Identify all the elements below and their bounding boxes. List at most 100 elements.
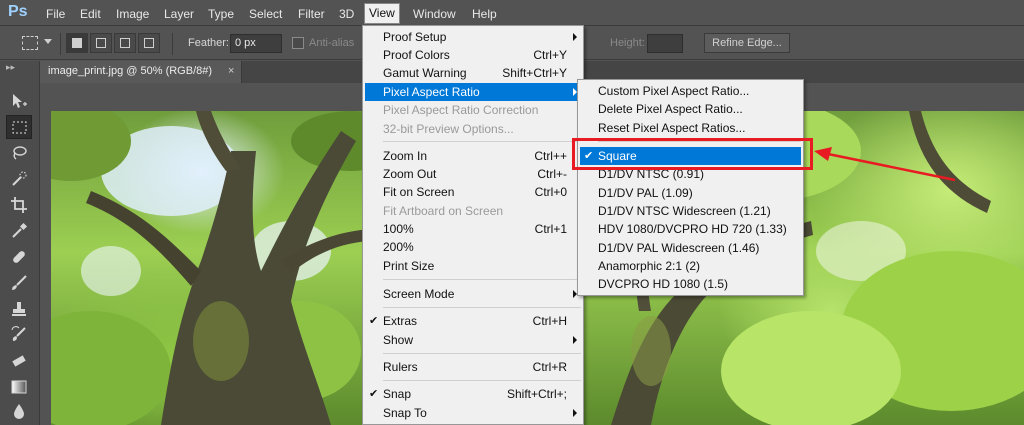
menu-view[interactable]: View [364,3,400,24]
new-selection-icon [72,38,82,48]
menu-edit[interactable]: Edit [76,5,105,23]
menu-item-label: Zoom In [383,149,428,163]
menu-item-label: Pixel Aspect Ratio Correction [383,103,539,117]
photoshop-logo: Ps [8,3,28,20]
menu-item-zoom-out[interactable]: Zoom Out Ctrl+- [365,165,581,183]
marquee-tool-icon[interactable] [6,115,32,139]
menu-help[interactable]: Help [468,5,501,23]
menu-item-d1dv-pal-widescreen[interactable]: D1/DV PAL Widescreen (1.46) [580,239,801,257]
options-separator [172,33,173,55]
menu-item-label: Fit Artboard on Screen [383,204,504,218]
add-selection-icon [96,38,106,48]
menu-item-proof-colors[interactable]: Proof Colors Ctrl+Y [365,46,581,64]
menu-item-label: Extras [383,314,418,328]
menu-item-snap[interactable]: ✔ Snap Shift+Ctrl+; [365,385,581,403]
new-selection-button[interactable] [66,33,88,53]
menu-item-shortcut: Ctrl+1 [534,222,567,236]
menu-select[interactable]: Select [245,5,286,23]
quick-select-tool-icon[interactable] [6,167,32,191]
blur-tool-icon[interactable] [6,399,32,423]
menu-item-gamut-warning[interactable]: Gamut Warning Shift+Ctrl+Y [365,64,581,82]
menu-separator [383,141,581,142]
menu-item-label: HDV 1080/DVCPRO HD 720 (1.33) [598,222,787,236]
move-tool-icon[interactable] [6,89,32,113]
intersect-selection-button[interactable] [138,33,160,53]
brush-tool-icon[interactable] [6,271,32,295]
menu-item-pixel-aspect-ratio-correction[interactable]: Pixel Aspect Ratio Correction [365,101,581,119]
lasso-tool-icon[interactable] [6,141,32,165]
menu-item-100-percent[interactable]: 100% Ctrl+1 [365,220,581,238]
eraser-tool-icon[interactable] [6,349,32,373]
menu-item-d1dv-pal[interactable]: D1/DV PAL (1.09) [580,184,801,202]
menu-3d[interactable]: 3D [335,5,358,23]
menu-item-label: Pixel Aspect Ratio [383,85,480,99]
add-to-selection-button[interactable] [90,33,112,53]
collapse-icon[interactable]: ▸▸ [6,62,15,73]
annotation-highlight-box [572,138,813,170]
menu-item-label: Snap [383,387,412,401]
menu-item-label: Print Size [383,259,435,273]
menu-separator [383,380,581,381]
menu-item-anamorphic[interactable]: Anamorphic 2:1 (2) [580,257,801,275]
refine-edge-button[interactable]: Refine Edge... [704,33,790,53]
height-input[interactable] [647,34,683,53]
view-menu: Proof Setup Proof Colors Ctrl+Y Gamut War… [362,25,584,425]
document-tab[interactable]: image_print.jpg @ 50% (RGB/8#) × [40,61,242,83]
menu-item-pixel-aspect-ratio[interactable]: Pixel Aspect Ratio [365,83,581,101]
menu-item-rulers[interactable]: Rulers Ctrl+R [365,358,581,376]
crop-tool-icon[interactable] [6,193,32,217]
menu-window[interactable]: Window [409,5,460,23]
subtract-from-selection-button[interactable] [114,33,136,53]
submenu-arrow-icon [573,409,577,417]
clone-stamp-tool-icon[interactable] [6,297,32,321]
marquee-preset-icon[interactable] [22,36,38,50]
subtract-selection-icon [120,38,130,48]
close-icon[interactable]: × [228,65,234,77]
menu-file[interactable]: File [42,5,69,23]
menu-item-fit-artboard-on-screen[interactable]: Fit Artboard on Screen [365,202,581,220]
menu-item-shortcut: Ctrl++ [534,149,567,163]
tools-panel: ▸▸ [0,61,40,425]
menu-item-label: D1/DV PAL (1.09) [598,186,693,200]
history-brush-tool-icon[interactable] [6,323,32,347]
menu-item-show[interactable]: Show [365,331,581,349]
menu-item-fit-on-screen[interactable]: Fit on Screen Ctrl+0 [365,183,581,201]
menu-separator [383,279,581,280]
menu-item-label: 100% [383,222,414,236]
menu-layer[interactable]: Layer [160,5,198,23]
anti-alias-checkbox[interactable] [292,37,304,49]
menu-item-snap-to[interactable]: Snap To [365,404,581,422]
menu-item-screen-mode[interactable]: Screen Mode [365,285,581,303]
healing-brush-tool-icon[interactable] [6,245,32,269]
menu-item-32bit-preview-options[interactable]: 32-bit Preview Options... [365,120,581,138]
chevron-down-icon[interactable] [44,39,52,44]
check-icon: ✔ [369,315,379,327]
check-icon: ✔ [369,388,379,400]
menu-item-extras[interactable]: ✔ Extras Ctrl+H [365,312,581,330]
menu-item-proof-setup[interactable]: Proof Setup [365,28,581,46]
feather-input[interactable]: 0 px [230,34,282,53]
menu-item-shortcut: Ctrl+0 [534,185,567,199]
menu-separator [383,353,581,354]
menu-item-custom-pixel-aspect-ratio[interactable]: Custom Pixel Aspect Ratio... [580,82,801,100]
menu-type[interactable]: Type [204,5,238,23]
menu-item-reset-pixel-aspect-ratios[interactable]: Reset Pixel Aspect Ratios... [580,119,801,137]
menu-item-d1dv-ntsc-widescreen[interactable]: D1/DV NTSC Widescreen (1.21) [580,202,801,220]
menu-item-shortcut: Ctrl+- [537,167,567,181]
menu-item-shortcut: Shift+Ctrl+Y [502,66,567,80]
menu-filter[interactable]: Filter [294,5,329,23]
menu-item-hdv-1080[interactable]: HDV 1080/DVCPRO HD 720 (1.33) [580,220,801,238]
menu-item-label: Proof Setup [383,30,447,44]
menu-item-dvcpro-hd-1080[interactable]: DVCPRO HD 1080 (1.5) [580,275,801,293]
menu-item-delete-pixel-aspect-ratio[interactable]: Delete Pixel Aspect Ratio... [580,100,801,118]
menu-item-label: Anamorphic 2:1 (2) [598,259,701,273]
menu-item-200-percent[interactable]: 200% [365,238,581,256]
menu-item-zoom-in[interactable]: Zoom In Ctrl++ [365,147,581,165]
submenu-arrow-icon [573,33,577,41]
menu-item-label: Proof Colors [383,48,450,62]
menu-item-label: DVCPRO HD 1080 (1.5) [598,277,729,291]
eyedropper-tool-icon[interactable] [6,219,32,243]
gradient-tool-icon[interactable] [6,375,32,399]
menu-item-print-size[interactable]: Print Size [365,257,581,275]
menu-image[interactable]: Image [112,5,153,23]
